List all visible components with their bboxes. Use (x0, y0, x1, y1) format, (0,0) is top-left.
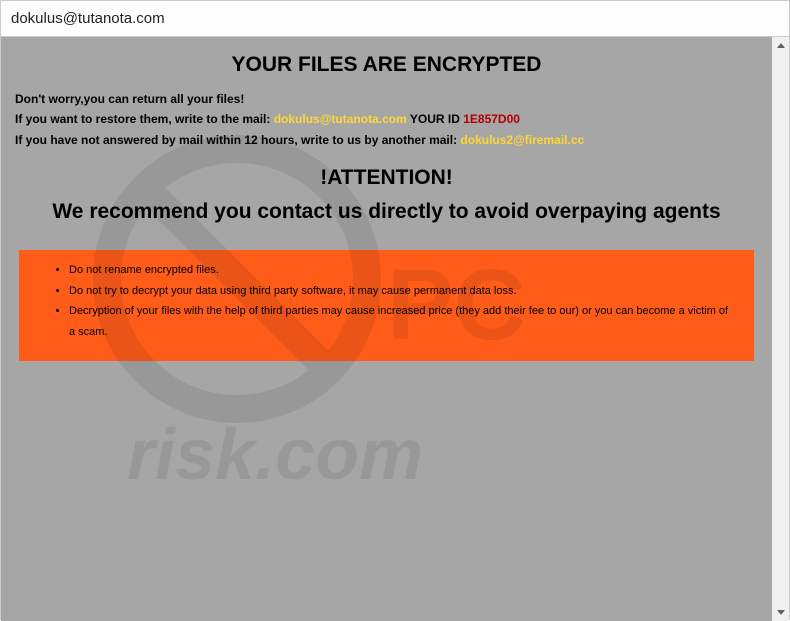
svg-text:risk.com: risk.com (127, 415, 423, 495)
your-id-label: YOUR ID (407, 112, 463, 126)
scroll-up-button[interactable] (772, 37, 789, 54)
intro-line-3: If you have not answered by mail within … (15, 130, 758, 150)
your-id-value: 1E857D00 (463, 112, 520, 126)
warning-item: Do not try to decrypt your data using th… (69, 281, 736, 302)
main-heading: YOUR FILES ARE ENCRYPTED (1, 37, 772, 85)
content-wrapper: PC risk.com YOUR FILES ARE ENCRYPTED Don… (1, 37, 789, 621)
vertical-scrollbar[interactable] (772, 37, 789, 621)
ransom-note-content: YOUR FILES ARE ENCRYPTED Don't worry,you… (1, 37, 772, 361)
recommend-text: We recommend you contact us directly to … (1, 194, 772, 242)
window-title: dokulus@tutanota.com (11, 10, 165, 27)
window-title-bar: dokulus@tutanota.com (1, 1, 789, 37)
warning-box: Do not rename encrypted files. Do not tr… (19, 250, 754, 362)
warning-list: Do not rename encrypted files. Do not tr… (51, 260, 736, 344)
contact-email-2: dokulus2@firemail.cc (460, 133, 584, 147)
intro-line-1: Don't worry,you can return all your file… (15, 89, 758, 109)
attention-heading: !ATTENTION! (1, 160, 772, 194)
warning-item: Do not rename encrypted files. (69, 260, 736, 281)
contact-email-1: dokulus@tutanota.com (274, 112, 407, 126)
scroll-down-button[interactable] (772, 604, 789, 621)
warning-item: Decryption of your files with the help o… (69, 301, 736, 343)
intro-block: Don't worry,you can return all your file… (1, 85, 772, 160)
content-area: PC risk.com YOUR FILES ARE ENCRYPTED Don… (1, 37, 772, 621)
intro-line-2: If you want to restore them, write to th… (15, 109, 758, 129)
